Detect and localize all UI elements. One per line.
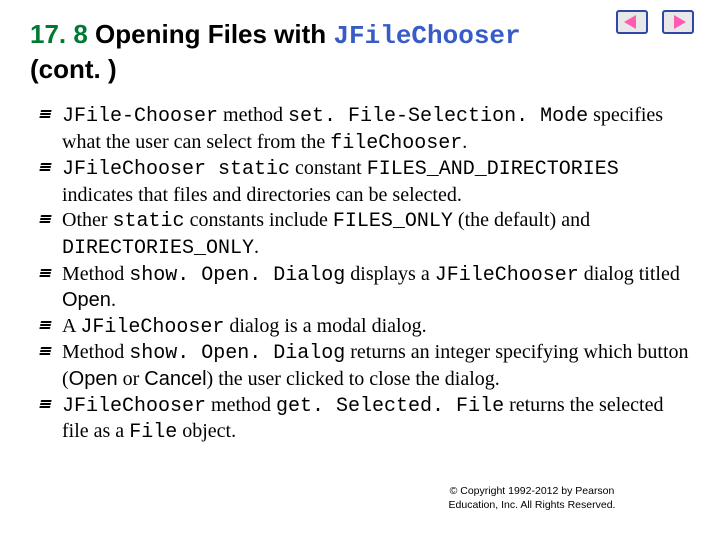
text-run: static [113, 210, 185, 233]
list-item: A JFileChooser dialog is a modal dialog. [36, 314, 690, 341]
text-run: JFileChooser [80, 316, 224, 339]
list-item: JFileChooser method get. Selected. File … [36, 393, 690, 446]
text-run: A [62, 315, 80, 337]
text-run: indicates that files and directories can… [62, 184, 462, 206]
text-run: JFileChooser [62, 395, 206, 418]
text-run: Cancel [144, 368, 206, 390]
text-run: dialog titled [579, 263, 680, 285]
text-run: (the default) and [453, 209, 590, 231]
slide-body: JFile-Chooser method set. File-Selection… [30, 103, 690, 446]
text-run: method [206, 394, 276, 416]
text-run: File [129, 421, 177, 444]
arrow-left-icon [618, 12, 646, 32]
nav-controls [616, 10, 694, 34]
text-run: Method [62, 263, 129, 285]
text-run: Method [62, 341, 129, 363]
text-run: method [218, 104, 288, 126]
bullet-list: JFile-Chooser method set. File-Selection… [36, 103, 690, 446]
text-run: JFileChooser static [62, 158, 290, 181]
text-run: Open [62, 289, 111, 311]
title-text: Opening Files with [88, 19, 334, 49]
text-run: Open [69, 368, 118, 390]
text-run: . [254, 236, 259, 258]
list-item: JFileChooser static constant FILES_AND_D… [36, 156, 690, 208]
text-run: show. Open. Dialog [129, 342, 345, 365]
text-run: FILES_ONLY [333, 210, 453, 233]
slide: 17. 8 Opening Files with JFileChooser (c… [0, 0, 720, 540]
text-run: object. [177, 420, 236, 442]
text-run: dialog is a modal dialog. [224, 315, 426, 337]
text-run: DIRECTORIES_ONLY [62, 237, 254, 260]
slide-title: 17. 8 Opening Files with JFileChooser (c… [30, 18, 690, 85]
text-run: JFile-Chooser [62, 105, 218, 128]
text-run: or [118, 368, 145, 390]
list-item: JFile-Chooser method set. File-Selection… [36, 103, 690, 156]
list-item: Method show. Open. Dialog returns an int… [36, 340, 690, 392]
text-run: JFileChooser [435, 264, 579, 287]
text-run: . [462, 131, 467, 153]
next-button[interactable] [662, 10, 694, 34]
text-run: constant [290, 157, 367, 179]
section-number: 17. 8 [30, 19, 88, 49]
text-run: . [111, 289, 116, 311]
text-run: ) the user clicked to close the dialog. [207, 368, 500, 390]
title-cont: (cont. ) [30, 54, 117, 84]
prev-button[interactable] [616, 10, 648, 34]
arrow-right-icon [664, 12, 692, 32]
text-run: constants include [185, 209, 333, 231]
list-item: Method show. Open. Dialog displays a JFi… [36, 262, 690, 314]
list-item: Other static constants include FILES_ONL… [36, 208, 690, 261]
title-code: JFileChooser [333, 21, 520, 51]
text-run: get. Selected. File [276, 395, 504, 418]
footer-line-1: © Copyright 1992-2012 by Pearson [450, 485, 615, 497]
text-run: set. File-Selection. Mode [288, 105, 588, 128]
text-run: displays a [345, 263, 434, 285]
footer-line-2: Education, Inc. All Rights Reserved. [449, 499, 616, 511]
text-run: show. Open. Dialog [129, 264, 345, 287]
text-run: FILES_AND_DIRECTORIES [367, 158, 619, 181]
text-run: fileChooser [330, 132, 462, 155]
copyright-footer: © Copyright 1992-2012 by Pearson Educati… [392, 484, 672, 512]
text-run: Other [62, 209, 113, 231]
